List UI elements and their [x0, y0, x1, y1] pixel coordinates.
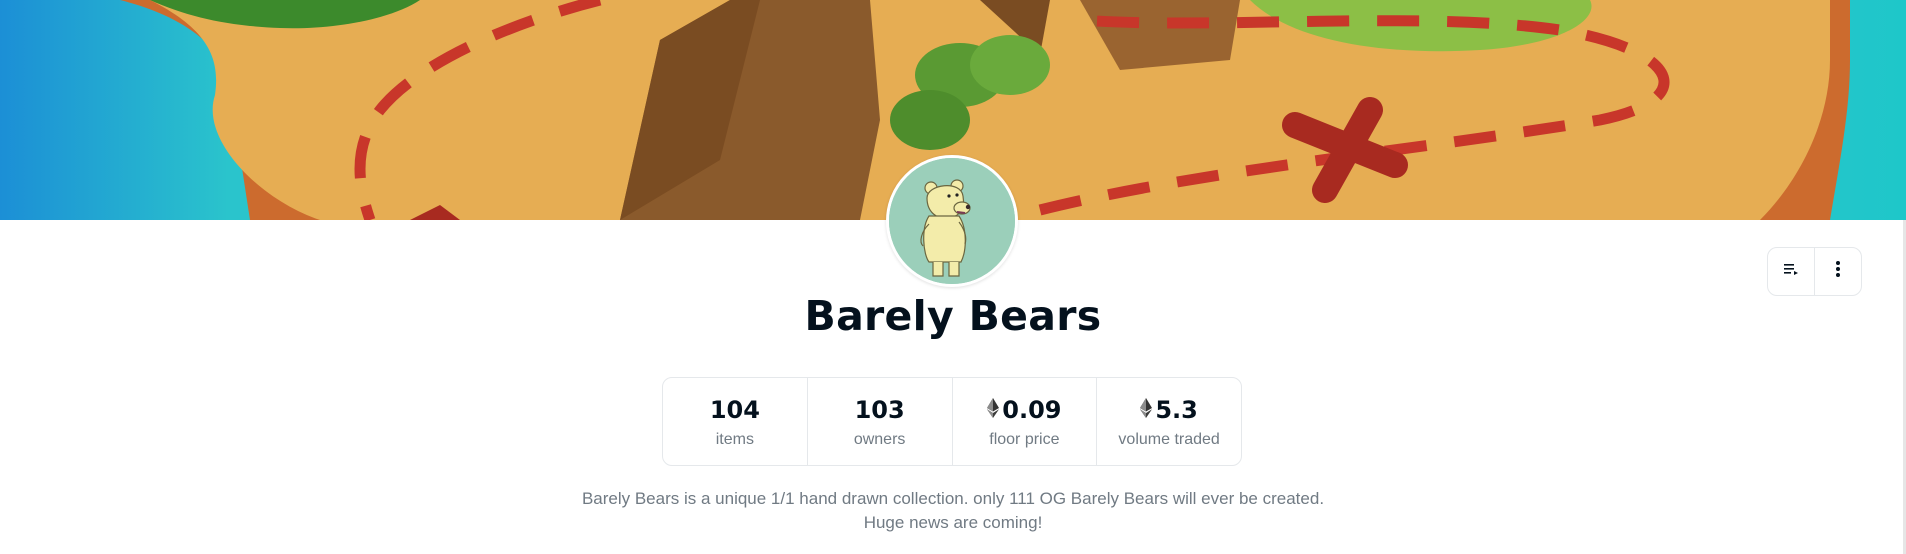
stat-label: volume traded [1118, 430, 1220, 448]
stat-value: 5.3 [1140, 395, 1198, 425]
more-options-button[interactable] [1814, 248, 1861, 295]
collection-stats: 104 items 103 owners 0.09 floor price 5.… [662, 377, 1242, 466]
collection-title: Barely Bears [804, 292, 1102, 340]
stat-value: 104 [709, 395, 760, 424]
stat-volume-traded[interactable]: 5.3 volume traded [1096, 378, 1241, 465]
description-line: Barely Bears is a unique 1/1 hand drawn … [581, 489, 1325, 508]
description-line: Huge news are coming! [863, 513, 1043, 532]
stat-floor-price[interactable]: 0.09 floor price [951, 378, 1097, 465]
eth-icon [1140, 396, 1153, 424]
collection-avatar [886, 155, 1018, 287]
stat-value: 103 [854, 395, 905, 424]
stat-label: items [715, 430, 754, 448]
collection-actions [1767, 247, 1862, 296]
stat-items[interactable]: 104 items [663, 378, 807, 465]
stat-label: owners [853, 430, 906, 448]
collection-description: Barely Bears is a unique 1/1 hand drawn … [0, 487, 1906, 535]
activity-list-icon [1783, 262, 1799, 281]
stat-label: floor price [989, 430, 1060, 448]
more-vertical-icon [1835, 260, 1841, 283]
stat-owners[interactable]: 103 owners [806, 378, 952, 465]
stat-value: 0.09 [987, 395, 1061, 425]
eth-icon [987, 396, 1000, 424]
activity-button[interactable] [1768, 248, 1814, 295]
